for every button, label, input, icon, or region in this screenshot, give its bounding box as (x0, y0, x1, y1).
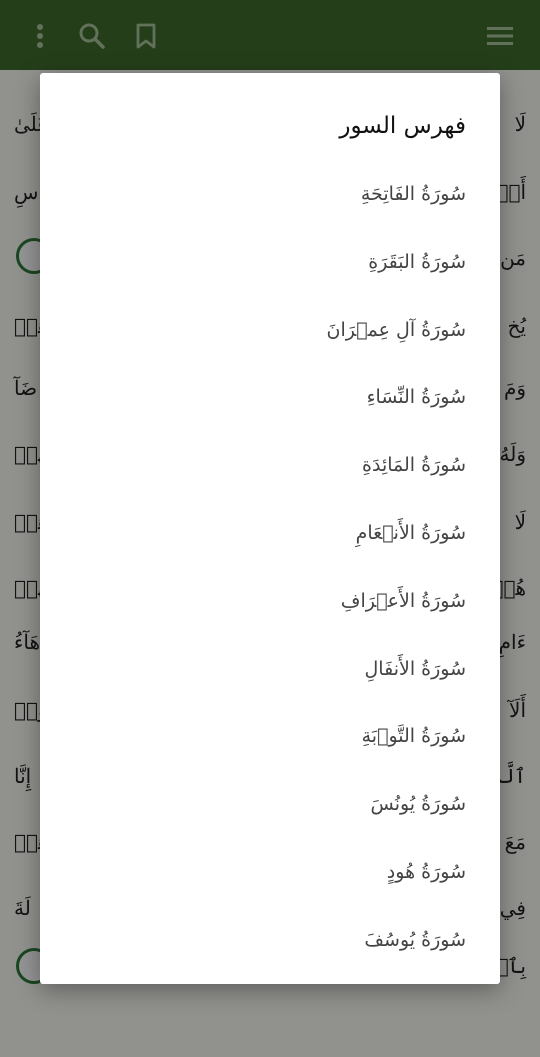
surah-item[interactable]: سُورَةُ يُوسُفَ (40, 907, 500, 975)
surah-item[interactable]: سُورَةُ الأَنۡعَامِ (40, 500, 500, 568)
surah-list: سُورَةُ الفَاتِحَةِ سُورَةُ البَقَرَةِ س… (40, 161, 500, 975)
surah-item[interactable]: سُورَةُ آلِ عِمۡرَانَ (40, 297, 500, 365)
surah-item[interactable]: سُورَةُ البَقَرَةِ (40, 229, 500, 297)
surah-item[interactable]: سُورَةُ المَائِدَةِ (40, 432, 500, 500)
surah-index-dialog: فهرس السور سُورَةُ الفَاتِحَةِ سُورَةُ ا… (40, 73, 500, 984)
surah-item[interactable]: سُورَةُ هُودٍ (40, 839, 500, 907)
surah-item[interactable]: سُورَةُ الأَنفَالِ (40, 636, 500, 704)
surah-item[interactable]: سُورَةُ يُونُسَ (40, 771, 500, 839)
surah-item[interactable]: سُورَةُ الفَاتِحَةِ (40, 161, 500, 229)
surah-item[interactable]: سُورَةُ الأَعۡرَافِ (40, 568, 500, 636)
surah-item[interactable]: سُورَةُ التَّوۡبَةِ (40, 703, 500, 771)
dialog-title: فهرس السور (339, 113, 466, 139)
surah-item[interactable]: سُورَةُ النِّسَاءِ (40, 364, 500, 432)
